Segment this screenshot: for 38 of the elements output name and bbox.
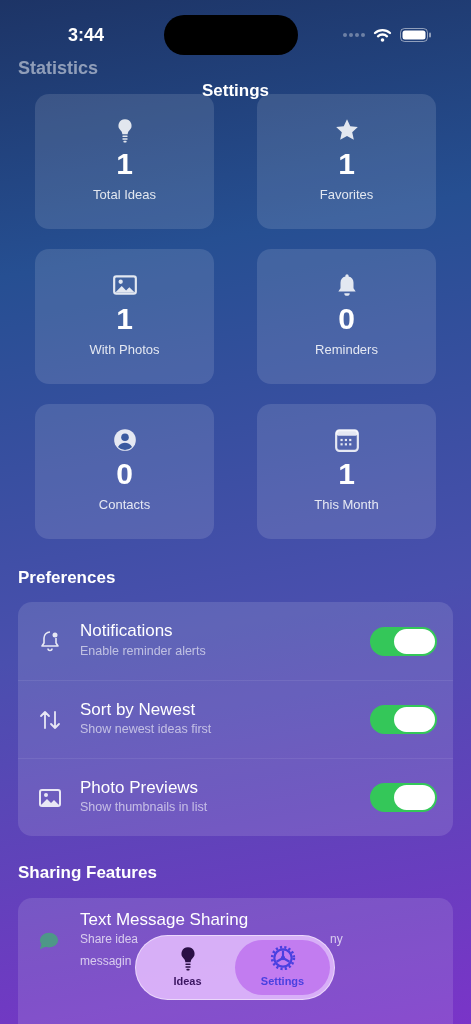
setting-title: Notifications [80,621,174,642]
section-heading: Statistics [18,57,99,80]
section-heading: Sharing Features [17,862,158,884]
toggle-switch[interactable] [370,783,437,812]
setting-title: Photo Previews [80,777,200,799]
bell-icon [38,629,62,654]
wifi-icon [373,28,392,42]
setting-subtitle: messagin [80,952,132,970]
setting-title: Sort by Newest [80,699,197,721]
stat-label: This Month [314,496,379,515]
status-time: 3:44 [68,23,105,47]
stat-value: 0 [116,459,133,490]
setting-subtitle: Enable reminder alerts [80,642,206,660]
settings-icon [269,945,296,972]
section-heading: Preferences [17,566,117,589]
calendar-icon [333,427,360,454]
person-icon [111,427,138,454]
battery-icon [400,28,431,42]
stat-label: With Photos [89,341,160,360]
setting-subtitle: Show thumbnails in list [80,799,208,817]
signal-icon [343,33,365,37]
tab-item[interactable]: Ideas [140,940,235,995]
stat-label: Reminders [315,341,378,360]
stat-label: Total Ideas [93,186,156,205]
stat-value: 1 [116,304,133,335]
setting-subtitle: Show newest ideas first [80,721,212,739]
toggle-switch[interactable] [370,626,437,656]
setting-subtitle: Share idea [80,930,139,948]
screen-title: Settings [200,80,271,102]
stat-value: 1 [338,459,355,490]
stat-label: Favorites [319,186,374,205]
setting-subtitle: ny [330,930,343,948]
toggle-switch[interactable] [370,705,437,734]
stat-label: Contacts [98,496,151,515]
setting-title: Text Message Sharing [80,909,250,930]
stat-value: 0 [338,304,355,335]
stat-value: 1 [116,149,133,180]
stat-value: 1 [338,149,355,180]
